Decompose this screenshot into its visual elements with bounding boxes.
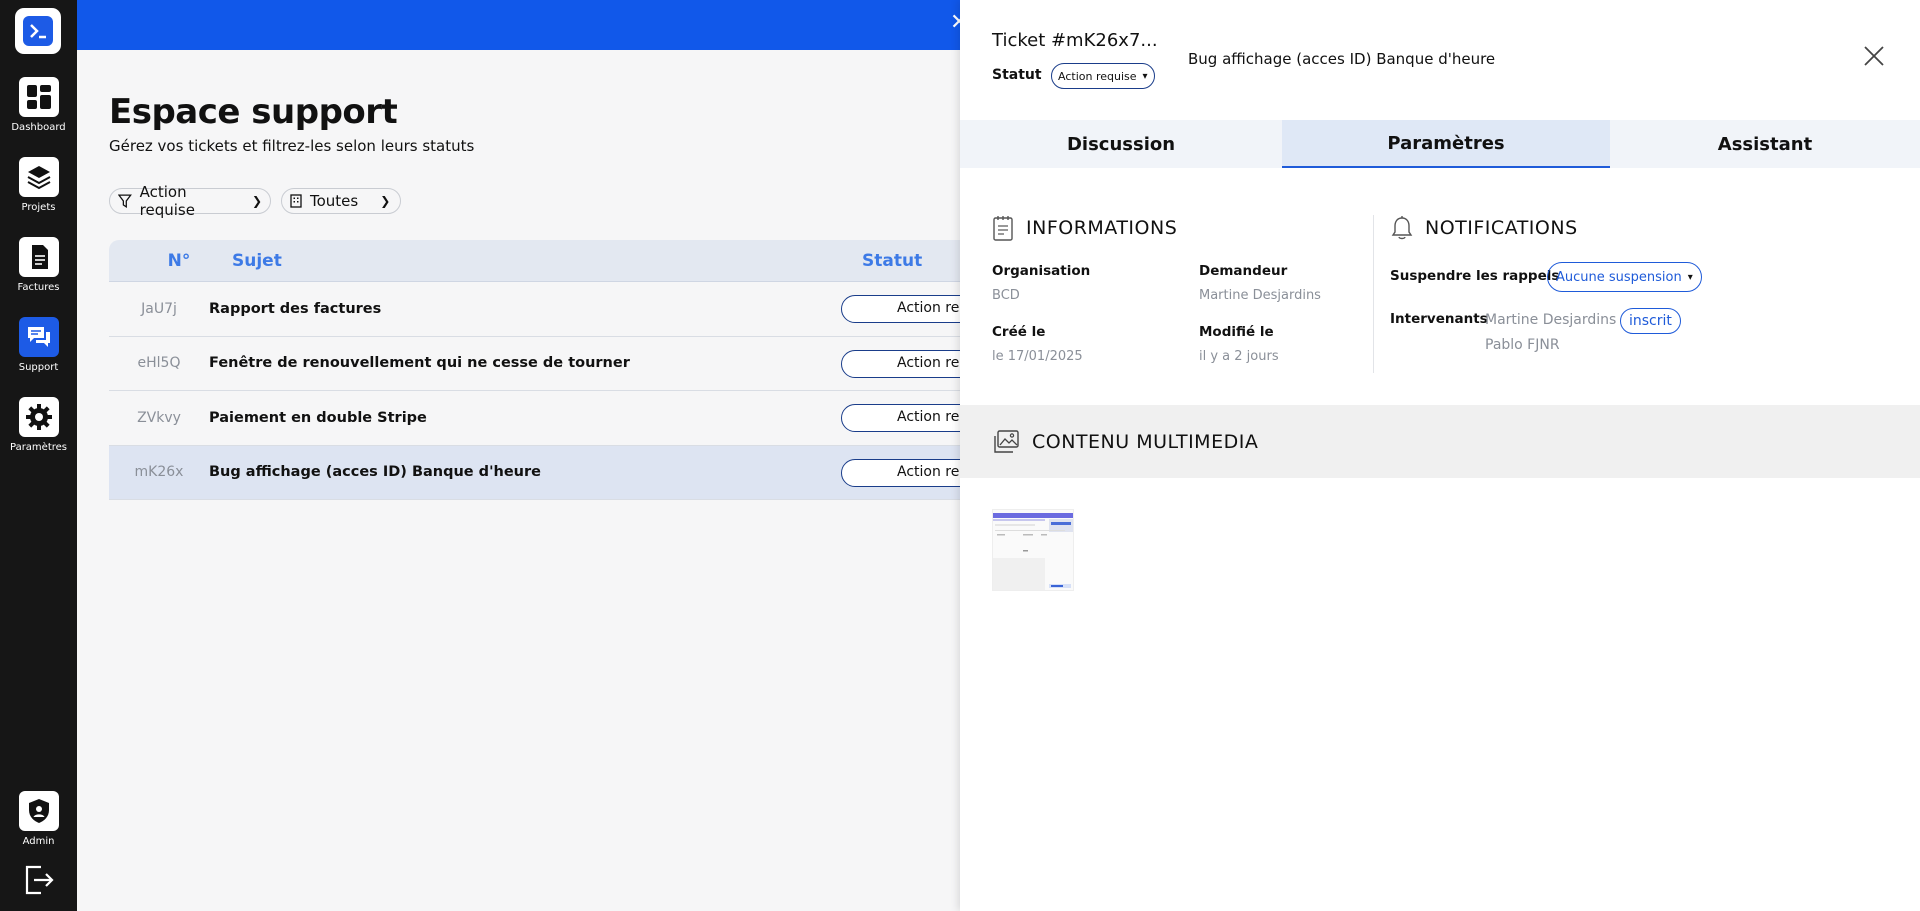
tab-discussion[interactable]: Discussion xyxy=(960,120,1282,168)
column-header-status[interactable]: Statut xyxy=(862,251,922,271)
ticket-subject: Bug affichage (acces ID) Banque d'heure xyxy=(209,464,541,481)
table-row[interactable]: JaU7j Rapport des factures Action re xyxy=(109,282,1001,337)
notifications-heading: NOTIFICATIONS xyxy=(1391,215,1578,241)
page-subtitle: Gérez vos tickets et filtrez-les selon l… xyxy=(109,137,475,155)
top-banner xyxy=(77,0,960,50)
shield-user-icon xyxy=(18,791,59,831)
column-header-num[interactable]: N° xyxy=(109,251,229,271)
organisation-value: BCD xyxy=(992,288,1020,303)
chevron-down-icon: ▾ xyxy=(1142,70,1148,82)
sidebar-item-label: Admin xyxy=(22,836,55,847)
chevron-down-icon: ❯ xyxy=(380,194,391,208)
intervenants-label: Intervenants xyxy=(1390,311,1488,327)
ticket-subject: Rapport des factures xyxy=(209,300,382,317)
sidebar-item-factures[interactable]: Factures xyxy=(0,237,77,293)
sidebar-item-admin[interactable]: Admin xyxy=(0,791,77,847)
dashboard-icon xyxy=(18,77,59,117)
chat-icon xyxy=(18,317,59,357)
column-header-subject[interactable]: Sujet xyxy=(232,251,282,271)
sidebar-item-dashboard[interactable]: Dashboard xyxy=(0,77,77,133)
tab-assistant[interactable]: Assistant xyxy=(1610,120,1920,168)
images-icon xyxy=(994,430,1019,453)
table-row[interactable]: ZVkvy Paiement en double Stripe Action r… xyxy=(109,391,1001,446)
status-filter-value: Action requise xyxy=(139,183,195,219)
layers-icon xyxy=(18,157,59,197)
notifications-title: NOTIFICATIONS xyxy=(1425,217,1578,239)
suspend-select[interactable]: Aucune suspension ▾ xyxy=(1547,262,1702,292)
sidebar-item-label: Paramètres xyxy=(9,442,68,453)
sidebar-item-label: Support xyxy=(18,362,59,373)
organisation-label: Organisation xyxy=(992,263,1091,279)
sidebar-item-support[interactable]: Support xyxy=(0,317,77,373)
sidebar-item-projets[interactable]: Projets xyxy=(0,157,77,213)
statut-select[interactable]: Action requise ▾ xyxy=(1051,63,1155,89)
ticket-subject-header: Bug affichage (acces ID) Banque d'heure xyxy=(1188,50,1496,68)
modifie-label: Modifié le xyxy=(1199,324,1274,340)
filter-icon xyxy=(118,194,132,208)
sidebar-item-label: Dashboard xyxy=(11,122,66,133)
table-row[interactable]: eHl5Q Fenêtre de renouvellement qui ne c… xyxy=(109,337,1001,391)
page-title: Espace support xyxy=(109,92,398,132)
gear-icon xyxy=(18,397,59,437)
sidebar-item-label: Projets xyxy=(21,202,56,213)
chevron-down-icon: ❯ xyxy=(251,194,262,208)
modifie-value: il y a 2 jours xyxy=(1199,349,1279,364)
ticket-detail-panel: Ticket #mK26x7... Statut Action requise … xyxy=(960,0,1920,911)
media-thumbnail[interactable] xyxy=(992,509,1074,591)
statut-label: Statut xyxy=(992,67,1042,83)
ticket-subject: Fenêtre de renouvellement qui ne cesse d… xyxy=(209,355,630,372)
demandeur-value: Martine Desjardins xyxy=(1199,288,1321,303)
ticket-id: ZVkvy xyxy=(137,409,181,426)
cree-label: Créé le xyxy=(992,324,1046,340)
main-content: Espace support Gérez vos tickets et filt… xyxy=(77,50,1001,911)
cree-value: le 17/01/2025 xyxy=(992,349,1083,364)
suspend-label: Suspendre les rappels xyxy=(1390,268,1560,284)
ticket-title: Ticket #mK26x7... xyxy=(992,30,1158,51)
building-icon xyxy=(290,194,302,208)
intervenant-name: Martine Desjardins xyxy=(1485,312,1617,328)
notepad-icon xyxy=(993,216,1013,241)
intervenant-name: Pablo FJNR xyxy=(1485,337,1560,353)
close-icon[interactable] xyxy=(1862,44,1886,68)
sidebar-item-label: Factures xyxy=(17,282,60,293)
informations-title: INFORMATIONS xyxy=(1026,217,1178,239)
statut-select-value: Action requise xyxy=(1058,69,1137,83)
multimedia-heading: CONTENU MULTIMEDIA xyxy=(992,429,1258,455)
ticket-id: mK26x xyxy=(134,464,184,481)
organisation-filter[interactable]: Toutes ❯ xyxy=(281,188,401,214)
ticket-id: JaU7j xyxy=(141,300,177,317)
terminal-icon[interactable] xyxy=(15,8,61,54)
sidebar: Dashboard Projets Factures Support Param… xyxy=(0,0,77,911)
logout-icon[interactable] xyxy=(20,862,56,898)
bell-icon xyxy=(1391,216,1413,240)
section-divider xyxy=(1373,215,1374,373)
inscrit-badge[interactable]: inscrit xyxy=(1620,308,1681,334)
status-filter[interactable]: Action requise ❯ xyxy=(109,183,271,219)
sidebar-item-parametres[interactable]: Paramètres xyxy=(0,397,77,453)
chevron-down-icon: ▾ xyxy=(1687,271,1693,283)
suspend-select-value: Aucune suspension xyxy=(1556,269,1682,285)
document-icon xyxy=(18,237,59,277)
table-header: N° Sujet Statut xyxy=(109,240,960,282)
ticket-subject: Paiement en double Stripe xyxy=(209,409,427,426)
tab-parametres[interactable]: Paramètres xyxy=(1282,120,1610,168)
multimedia-title: CONTENU MULTIMEDIA xyxy=(1032,431,1259,453)
organisation-filter-value: Toutes xyxy=(310,192,359,210)
panel-tabs: Discussion Paramètres Assistant xyxy=(960,120,1920,168)
informations-heading: INFORMATIONS xyxy=(992,215,1177,241)
table-row-selected[interactable]: mK26x Bug affichage (acces ID) Banque d'… xyxy=(109,445,1001,500)
ticket-id: eHl5Q xyxy=(137,355,181,372)
tickets-table: N° Sujet Statut JaU7j Rapport des factur… xyxy=(109,240,1001,500)
demandeur-label: Demandeur xyxy=(1199,263,1288,279)
